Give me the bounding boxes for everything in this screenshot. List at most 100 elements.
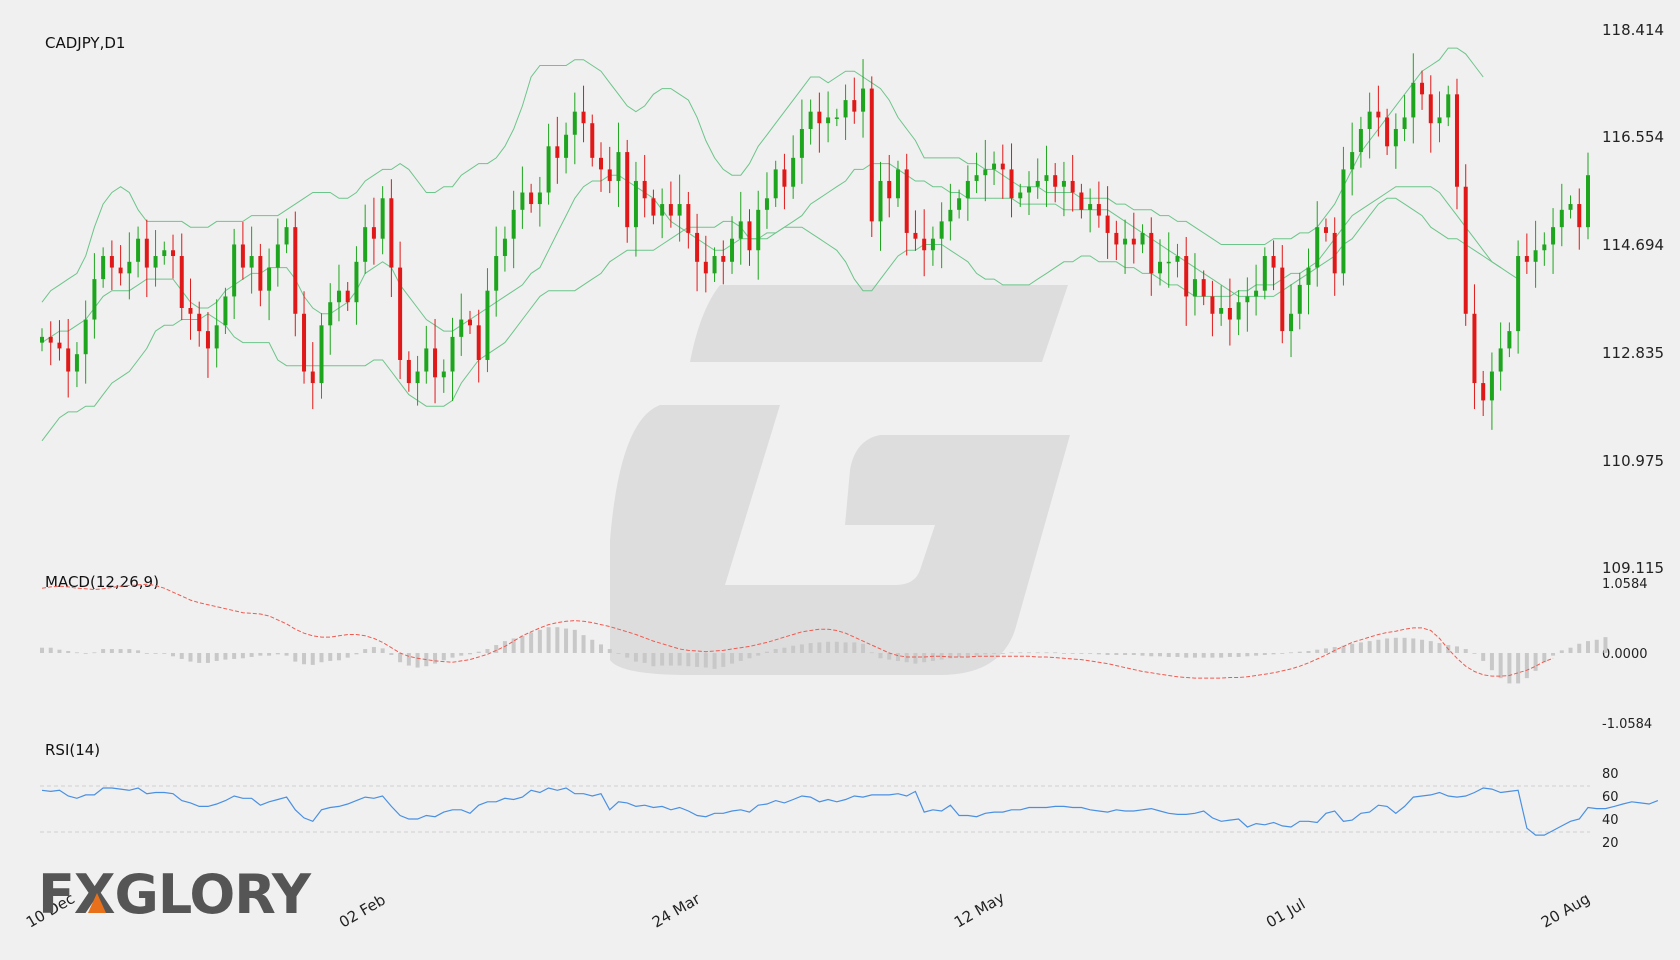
macd-histogram-bar: [1551, 653, 1556, 656]
macd-histogram-bar: [1289, 652, 1294, 654]
macd-histogram-bar: [1376, 639, 1381, 653]
macd-histogram-bar: [904, 653, 909, 663]
candle-body: [668, 204, 673, 216]
macd-histogram-bar: [1280, 653, 1285, 654]
candle-body: [1306, 267, 1311, 285]
macd-histogram-bar: [441, 653, 446, 661]
candle-body: [1166, 261, 1171, 264]
macd-histogram-bar: [284, 653, 289, 656]
candle-body: [101, 256, 106, 280]
candle-body: [992, 163, 997, 170]
candle-body: [162, 250, 167, 257]
candle-body: [1070, 180, 1075, 193]
candle-body: [1297, 284, 1302, 314]
macd-y-tick: 1.0584: [1602, 577, 1648, 592]
macd-histogram-bar: [957, 653, 962, 657]
candle-body: [1271, 256, 1276, 268]
candle-body: [712, 256, 717, 274]
candle-body: [188, 307, 193, 314]
candle-body: [485, 290, 490, 360]
candle-body: [328, 302, 333, 326]
macd-histogram-bar: [293, 653, 298, 662]
candle-body: [1289, 313, 1294, 332]
candle-body: [1559, 209, 1564, 228]
macd-histogram-bar: [1586, 641, 1590, 653]
candle-body: [703, 261, 708, 274]
candle-body: [284, 227, 289, 245]
candle-body: [721, 256, 726, 262]
candle-body: [109, 256, 114, 268]
macd-histogram-bar: [1542, 653, 1547, 663]
candle-body: [651, 198, 656, 216]
candle-body: [808, 111, 813, 129]
candle-body: [869, 88, 874, 222]
macd-histogram-bar: [162, 653, 167, 654]
macd-histogram-bar: [1210, 653, 1215, 658]
candle-body: [258, 256, 263, 291]
candle-body: [607, 169, 612, 181]
candle-body: [1507, 331, 1512, 349]
candle-body: [1350, 152, 1355, 170]
candle-body: [782, 169, 787, 187]
macd-histogram-bar: [258, 653, 263, 656]
macd-histogram-bar: [345, 653, 350, 658]
candle-body: [467, 319, 472, 326]
candle-body: [1516, 256, 1521, 332]
candle-body: [1123, 238, 1128, 245]
candle-body: [171, 250, 176, 257]
macd-histogram-bar: [136, 650, 141, 653]
candle-body: [424, 348, 429, 372]
price-y-tick: 116.554: [1602, 128, 1664, 146]
macd-histogram-bar: [869, 652, 874, 654]
macd-histogram-bar: [214, 653, 219, 661]
candle-body: [520, 192, 525, 210]
price-y-tick: 112.835: [1602, 344, 1664, 362]
candle-body: [1586, 175, 1590, 228]
x-tick: 20 Aug: [1538, 889, 1593, 931]
candle-body: [747, 221, 752, 251]
candle-body: [1463, 186, 1468, 314]
macd-title: MACD(12,26,9): [45, 573, 159, 591]
macd-histogram-bar: [1393, 637, 1398, 653]
candle-body: [913, 232, 918, 239]
candle-body: [1192, 279, 1197, 297]
candle-body: [660, 204, 665, 216]
macd-histogram-bar: [127, 649, 132, 653]
macd-histogram-bar: [1367, 641, 1372, 653]
macd-histogram-bar: [467, 653, 472, 655]
candle-body: [756, 209, 761, 251]
candle-body: [852, 100, 857, 112]
macd-histogram-bar: [738, 653, 743, 661]
candle-body: [1446, 94, 1451, 118]
macd-histogram-bar: [1350, 643, 1355, 653]
macd-histogram-bar: [363, 649, 368, 653]
candlesticks: [40, 53, 1590, 430]
macd-histogram-bar: [992, 653, 997, 654]
macd-histogram-bar: [476, 651, 481, 653]
candle-body: [83, 319, 88, 355]
candle-body: [371, 227, 376, 239]
macd-histogram-bar: [101, 649, 106, 653]
macd-histogram-bar: [205, 653, 210, 663]
candle-body: [48, 336, 53, 343]
candle-body: [223, 296, 228, 326]
candle-body: [293, 227, 298, 314]
candle-body: [319, 325, 324, 384]
macd-histogram-bar: [336, 653, 341, 661]
macd-histogram-bar: [1236, 653, 1241, 657]
candle-body: [799, 128, 804, 158]
macd-histogram-bar: [249, 653, 254, 657]
candle-body: [127, 261, 132, 274]
candle-body: [1367, 111, 1372, 129]
macd-histogram-bar: [1262, 653, 1267, 655]
macd-histogram-bar: [1454, 646, 1459, 653]
bollinger-upper-band: [41, 47, 1484, 303]
macd-histogram-bar: [1568, 647, 1573, 653]
candle-body: [476, 325, 481, 360]
candle-body: [240, 244, 245, 268]
macd-histogram-bar: [764, 651, 769, 653]
candle-body: [310, 371, 315, 384]
macd-histogram-bar: [668, 653, 673, 666]
candle-body: [1481, 383, 1486, 401]
macd-histogram-bar: [179, 653, 184, 659]
